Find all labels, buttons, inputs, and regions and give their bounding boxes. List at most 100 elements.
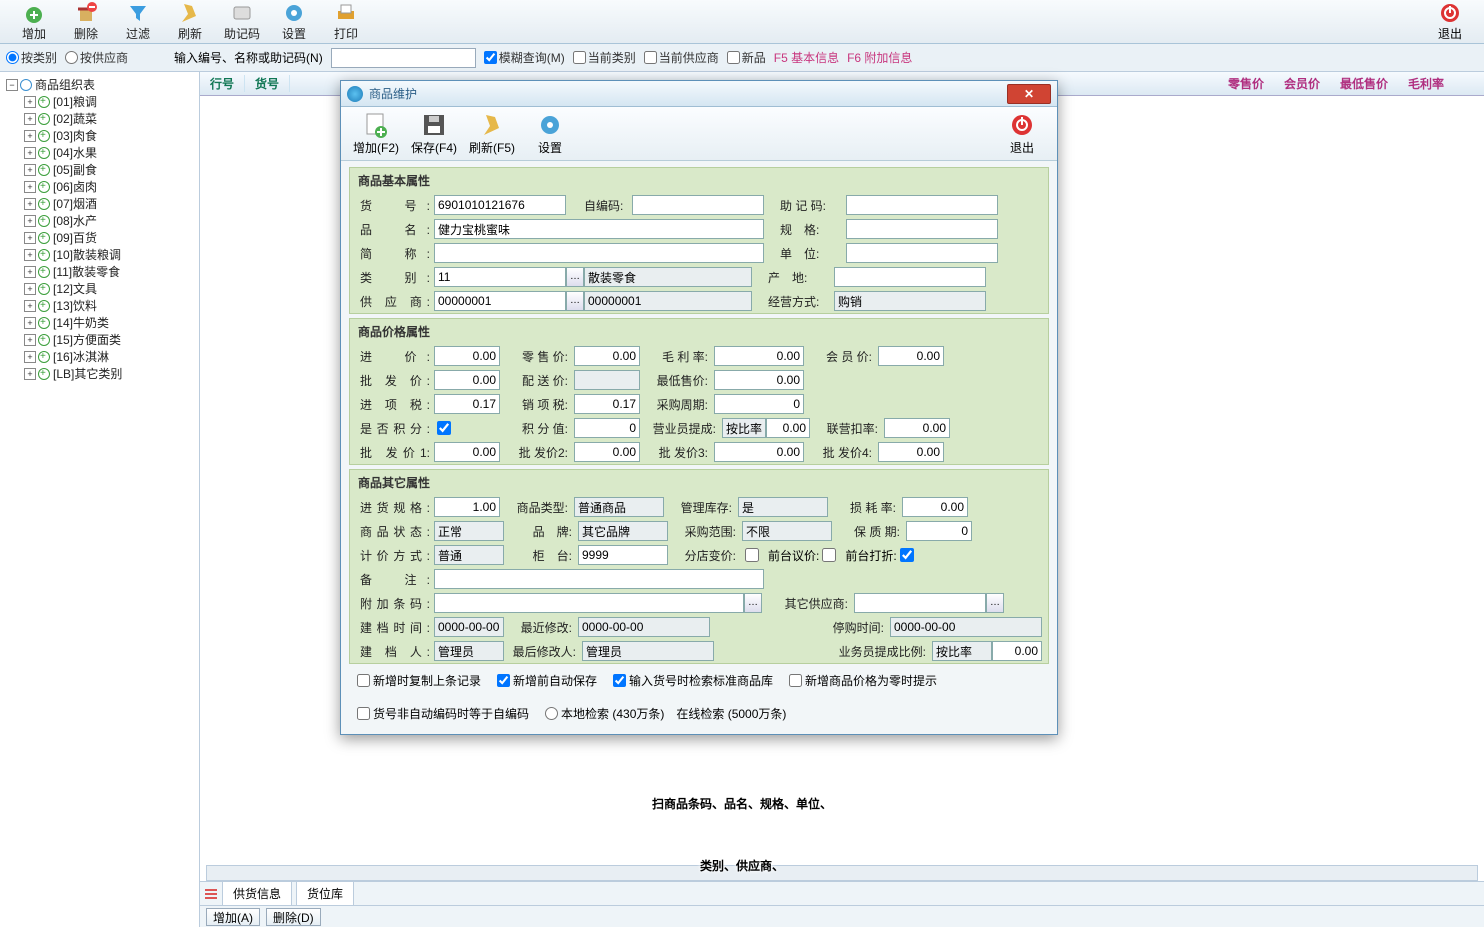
out-tax-input[interactable] <box>574 394 640 414</box>
col-member[interactable]: 会员价 <box>1274 75 1330 92</box>
wholesale-price-input[interactable] <box>434 370 500 390</box>
opt-code-neq[interactable]: 货号非自动编码时等于自编码 <box>357 705 529 722</box>
unit-input[interactable] <box>846 243 998 263</box>
pricing-mode-select[interactable] <box>434 545 504 565</box>
other-supplier-picker[interactable]: … <box>986 593 1004 613</box>
wholesale-price3-input[interactable] <box>714 442 804 462</box>
lowest-price-input[interactable] <box>714 370 804 390</box>
opt-price-zero-tip[interactable]: 新增商品价格为零时提示 <box>789 672 937 689</box>
dlg-save-button[interactable]: 保存(F4) <box>405 111 463 156</box>
in-tax-input[interactable] <box>434 394 500 414</box>
expand-icon[interactable]: + <box>24 147 36 159</box>
dlg-add-button[interactable]: 增加(F2) <box>347 111 405 156</box>
tree-item[interactable]: +[10]散装粮调 <box>20 246 197 263</box>
tree-item[interactable]: +[12]文具 <box>20 280 197 297</box>
self-code-input[interactable] <box>632 195 764 215</box>
tree-item[interactable]: +[01]粮调 <box>20 93 197 110</box>
expand-icon[interactable]: + <box>24 334 36 346</box>
purchase-spec-input[interactable] <box>434 497 500 517</box>
tree-item[interactable]: +[02]蔬菜 <box>20 110 197 127</box>
expand-icon[interactable]: + <box>24 249 36 261</box>
toolbar-mnemonic-button[interactable]: 助记码 <box>216 1 268 42</box>
origin-input[interactable] <box>834 267 986 287</box>
wholesale-price4-input[interactable] <box>878 442 944 462</box>
extra-barcode-input[interactable] <box>434 593 744 613</box>
tree-item[interactable]: +[04]水果 <box>20 144 197 161</box>
expand-icon[interactable]: + <box>24 283 36 295</box>
dialog-titlebar[interactable]: 商品维护 ✕ <box>341 81 1057 107</box>
tab-location[interactable]: 货位库 <box>296 881 354 906</box>
dlg-refresh-button[interactable]: 刷新(F5) <box>463 111 521 156</box>
col-retail[interactable]: 零售价 <box>1218 75 1274 92</box>
expand-icon[interactable]: + <box>24 215 36 227</box>
expand-icon[interactable]: + <box>24 164 36 176</box>
stock-manage-select[interactable] <box>738 497 828 517</box>
purchase-price-input[interactable] <box>434 346 500 366</box>
warranty-input[interactable] <box>906 521 972 541</box>
points-checkbox[interactable] <box>437 421 451 435</box>
brand-select[interactable] <box>578 521 668 541</box>
union-rate-input[interactable] <box>884 418 950 438</box>
opt-autosave[interactable]: 新增前自动保存 <box>497 672 597 689</box>
spec-input[interactable] <box>846 219 998 239</box>
salesman-commission-value[interactable] <box>992 641 1042 661</box>
tree-item[interactable]: +[03]肉食 <box>20 127 197 144</box>
member-price-input[interactable] <box>878 346 944 366</box>
expand-icon[interactable]: + <box>24 368 36 380</box>
point-value-input[interactable] <box>574 418 640 438</box>
tree-item[interactable]: +[05]副食 <box>20 161 197 178</box>
expand-icon[interactable]: + <box>24 232 36 244</box>
dlg-exit-button[interactable]: 退出 <box>993 111 1051 156</box>
clerk-commission-value[interactable] <box>766 418 810 438</box>
item-code-input[interactable] <box>434 195 566 215</box>
tree-root-item[interactable]: − 商品组织表 <box>2 76 197 93</box>
wholesale-price2-input[interactable] <box>574 442 640 462</box>
branch-price-checkbox[interactable] <box>745 548 759 562</box>
product-type-select[interactable] <box>574 497 664 517</box>
check-current-supplier[interactable]: 当前供应商 <box>644 49 719 66</box>
category-code-input[interactable] <box>434 267 566 287</box>
toolbar-delete-button[interactable]: 删除 <box>60 1 112 42</box>
margin-input[interactable] <box>714 346 804 366</box>
tree-item[interactable]: +[13]饮料 <box>20 297 197 314</box>
collapse-icon[interactable]: − <box>6 79 18 91</box>
toolbar-add-button[interactable]: 增加 <box>8 1 60 42</box>
tree-item[interactable]: +[09]百货 <box>20 229 197 246</box>
action-delete-button[interactable]: 删除(D) <box>266 908 321 926</box>
short-name-input[interactable] <box>434 243 764 263</box>
product-name-input[interactable] <box>434 219 764 239</box>
purchase-scope-select[interactable] <box>742 521 832 541</box>
tree-item[interactable]: +[14]牛奶类 <box>20 314 197 331</box>
search-input[interactable] <box>331 48 476 68</box>
loss-rate-input[interactable] <box>902 497 968 517</box>
product-status-select[interactable] <box>434 521 504 541</box>
tree-item[interactable]: +[LB]其它类别 <box>20 365 197 382</box>
tree-item[interactable]: +[16]冰淇淋 <box>20 348 197 365</box>
toolbar-filter-button[interactable]: 过滤 <box>112 1 164 42</box>
col-margin[interactable]: 毛利率 <box>1398 75 1484 92</box>
col-rowno[interactable]: 行号 <box>200 75 245 92</box>
expand-icon[interactable]: + <box>24 113 36 125</box>
tree-item[interactable]: +[08]水产 <box>20 212 197 229</box>
expand-icon[interactable]: + <box>24 198 36 210</box>
category-picker-button[interactable]: … <box>566 267 584 287</box>
check-new[interactable]: 新品 <box>727 49 766 66</box>
tree-item[interactable]: +[15]方便面类 <box>20 331 197 348</box>
expand-icon[interactable]: + <box>24 181 36 193</box>
supplier-code-input[interactable] <box>434 291 566 311</box>
opt-search-std[interactable]: 输入货号时检索标准商品库 <box>613 672 773 689</box>
retail-price-input[interactable] <box>574 346 640 366</box>
extra-barcode-picker[interactable]: … <box>744 593 762 613</box>
close-button[interactable]: ✕ <box>1007 84 1051 104</box>
wholesale-price1-input[interactable] <box>434 442 500 462</box>
expand-icon[interactable]: + <box>24 96 36 108</box>
expand-icon[interactable]: + <box>24 300 36 312</box>
col-itemno[interactable]: 货号 <box>245 75 290 92</box>
toolbar-settings-button[interactable]: 设置 <box>268 1 320 42</box>
category-tree[interactable]: − 商品组织表 +[01]粮调+[02]蔬菜+[03]肉食+[04]水果+[05… <box>0 72 200 927</box>
action-add-button[interactable]: 增加(A) <box>206 908 260 926</box>
expand-icon[interactable]: + <box>24 351 36 363</box>
horizontal-scrollbar[interactable] <box>206 865 1478 881</box>
toolbar-print-button[interactable]: 打印 <box>320 1 372 42</box>
expand-icon[interactable]: + <box>24 317 36 329</box>
